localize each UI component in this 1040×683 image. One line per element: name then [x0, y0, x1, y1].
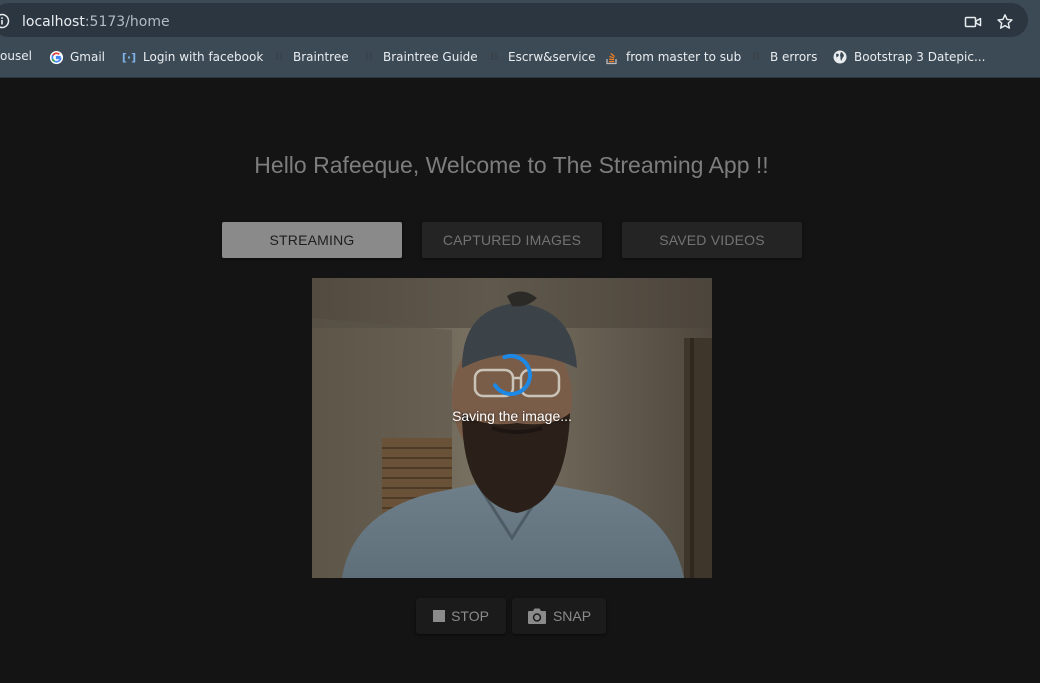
braintree-icon: B [364, 51, 374, 63]
url-host: localhost [22, 14, 85, 30]
bookmark-escrw-service[interactable]: B Escrw&service [486, 49, 596, 65]
bookmark-label: Gmail [70, 50, 106, 64]
snap-button-label: SNAP [552, 608, 592, 624]
star-icon[interactable] [996, 13, 1014, 31]
welcome-heading: Hello Rafeeque, Welcome to The Streaming… [254, 152, 769, 178]
bookmark-label: from master to sub [626, 50, 742, 64]
tab-captured-images[interactable]: CAPTURED IMAGES [422, 222, 602, 258]
bookmark-label: Braintree Guide [383, 50, 478, 64]
braintree-icon: B [489, 51, 499, 63]
bookmark-bootstrap-datepicker[interactable]: Bootstrap 3 Datepic... [832, 49, 985, 65]
site-info-icon[interactable] [0, 13, 10, 29]
stop-icon [433, 610, 446, 622]
bookmark-gmail[interactable]: Gmail [48, 49, 105, 65]
url-text[interactable]: localhost:5173/home [22, 14, 170, 30]
bookmark-from-master-to-sub[interactable]: from master to sub [604, 49, 741, 65]
braintree-icon: B [751, 51, 761, 63]
webcam-frame-illustration [312, 278, 712, 578]
stop-button-label: STOP [451, 608, 489, 624]
bookmark-carousel[interactable]: ousel [0, 49, 32, 63]
camera-icon [527, 607, 547, 625]
tab-saved-videos[interactable]: SAVED VIDEOS [622, 222, 802, 258]
code-bracket-icon: [·] [121, 50, 137, 64]
bookmark-label: B errors [770, 50, 818, 64]
globe-icon [832, 49, 848, 65]
webcam-video-feed [312, 278, 712, 578]
bookmark-label: Login with facebook [143, 50, 264, 64]
url-path: :5173/home [84, 14, 170, 30]
snap-button[interactable]: SNAP [512, 598, 606, 634]
saving-status-text: Saving the image... [452, 408, 572, 424]
bookmark-b-errors[interactable]: B B errors [748, 49, 818, 65]
bookmark-braintree[interactable]: B Braintree [271, 49, 349, 65]
braintree-icon: B [274, 51, 284, 63]
bookmark-label: Bootstrap 3 Datepic... [854, 50, 986, 64]
address-bar[interactable]: localhost:5173/home [0, 3, 1028, 37]
bookmark-label: ousel [0, 49, 32, 63]
bookmark-login-with-facebook[interactable]: [·] Login with facebook [121, 49, 263, 65]
loading-spinner [486, 350, 536, 400]
stop-button[interactable]: STOP [416, 598, 506, 634]
stackoverflow-icon [604, 49, 620, 65]
bookmarks-bar: ousel Gmail [·] Login with facebook B Br… [0, 45, 1040, 69]
bookmark-label: Braintree [293, 50, 349, 64]
google-icon [48, 49, 64, 65]
bookmark-label: Escrw&service [508, 50, 596, 64]
tab-streaming[interactable]: STREAMING [222, 222, 402, 258]
browser-chrome: localhost:5173/home ousel Gmail [·] Logi… [0, 0, 1040, 78]
camera-icon[interactable] [964, 13, 982, 31]
bookmark-braintree-guide[interactable]: B Braintree Guide [361, 49, 478, 65]
